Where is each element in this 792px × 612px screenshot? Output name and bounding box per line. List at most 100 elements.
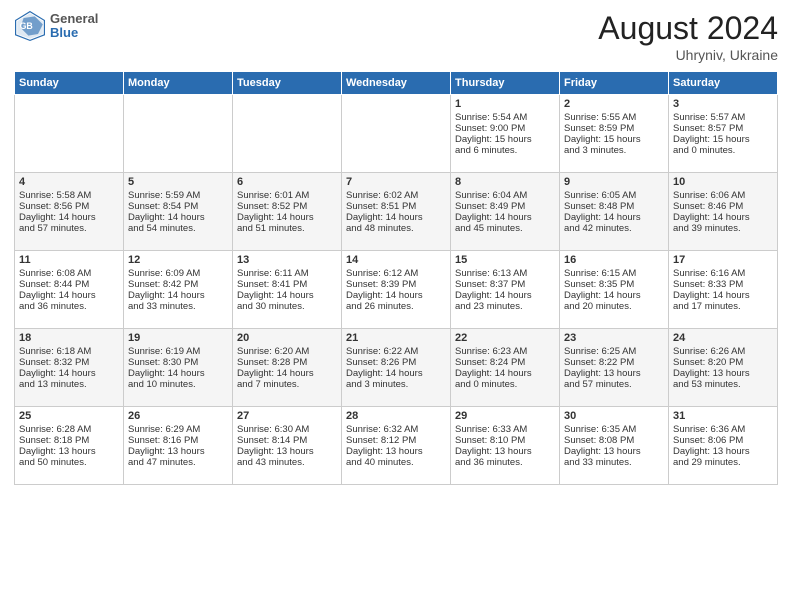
day-info: Sunset: 8:08 PM — [564, 435, 664, 446]
day-number: 6 — [237, 176, 337, 188]
day-info: and 45 minutes. — [455, 223, 555, 234]
day-info: and 43 minutes. — [237, 457, 337, 468]
day-number: 11 — [19, 254, 119, 266]
day-number: 7 — [346, 176, 446, 188]
calendar-cell: 30Sunrise: 6:35 AMSunset: 8:08 PMDayligh… — [560, 407, 669, 485]
day-info: Sunrise: 5:55 AM — [564, 112, 664, 123]
calendar-cell: 11 Sunrise: 6:08 AMSunset: 8:44 PMDayligh… — [15, 251, 124, 329]
day-info: and 3 minutes. — [564, 145, 664, 156]
day-number: 1 — [455, 98, 555, 110]
day-info: Sunrise: 6:20 AM — [237, 346, 337, 357]
day-info: Daylight: 14 hours — [19, 212, 119, 223]
day-info: Sunset: 8:56 PM — [19, 201, 119, 212]
day-info: Sunset: 8:39 PM — [346, 279, 446, 290]
day-info: Sunrise: 6:36 AM — [673, 424, 773, 435]
day-number: 8 — [455, 176, 555, 188]
day-number: 24 — [673, 332, 773, 344]
calendar-cell: 7Sunrise: 6:02 AMSunset: 8:51 PMDaylight… — [342, 173, 451, 251]
day-info: Daylight: 14 hours — [128, 368, 228, 379]
day-info: Daylight: 14 hours — [564, 290, 664, 301]
calendar-cell: 16Sunrise: 6:15 AMSunset: 8:35 PMDayligh… — [560, 251, 669, 329]
day-info: Sunrise: 6:25 AM — [564, 346, 664, 357]
calendar-week-row: 18Sunrise: 6:18 AMSunset: 8:32 PMDayligh… — [15, 329, 778, 407]
day-info: Sunrise: 6:23 AM — [455, 346, 555, 357]
day-info: Daylight: 13 hours — [564, 446, 664, 457]
day-info: Sunrise: 6:05 AM — [564, 190, 664, 201]
day-info: and 17 minutes. — [673, 301, 773, 312]
col-friday: Friday — [560, 72, 669, 95]
day-info: and 36 minutes. — [455, 457, 555, 468]
logo-text: General Blue — [50, 12, 98, 41]
day-info: Sunset: 8:57 PM — [673, 123, 773, 134]
calendar-cell: 10Sunrise: 6:06 AMSunset: 8:46 PMDayligh… — [669, 173, 778, 251]
calendar-cell: 26Sunrise: 6:29 AMSunset: 8:16 PMDayligh… — [124, 407, 233, 485]
day-number: 23 — [564, 332, 664, 344]
day-info: Sunset: 8:35 PM — [564, 279, 664, 290]
day-info: Sunrise: 5:57 AM — [673, 112, 773, 123]
day-info: and 51 minutes. — [237, 223, 337, 234]
day-info: and 23 minutes. — [455, 301, 555, 312]
day-info: Sunset: 8:12 PM — [346, 435, 446, 446]
day-number: 12 — [128, 254, 228, 266]
calendar-cell: 9Sunrise: 6:05 AMSunset: 8:48 PMDaylight… — [560, 173, 669, 251]
day-info: Sunset: 8:52 PM — [237, 201, 337, 212]
day-info: Daylight: 13 hours — [346, 446, 446, 457]
day-info: Sunrise: 5:58 AM — [19, 190, 119, 201]
day-info: Sunrise: 6:12 AM — [346, 268, 446, 279]
calendar-cell: 31Sunrise: 6:36 AMSunset: 8:06 PMDayligh… — [669, 407, 778, 485]
location: Uhryniv, Ukraine — [598, 47, 778, 63]
day-info: Sunset: 8:28 PM — [237, 357, 337, 368]
day-info: Sunrise: 6:01 AM — [237, 190, 337, 201]
calendar-cell: 25Sunrise: 6:28 AMSunset: 8:18 PMDayligh… — [15, 407, 124, 485]
day-info: Daylight: 15 hours — [673, 134, 773, 145]
day-info: Sunset: 8:48 PM — [564, 201, 664, 212]
day-number: 22 — [455, 332, 555, 344]
logo-icon: GB — [14, 10, 46, 42]
day-info: and 30 minutes. — [237, 301, 337, 312]
day-info: Sunset: 8:41 PM — [237, 279, 337, 290]
day-number: 16 — [564, 254, 664, 266]
calendar-cell: 15Sunrise: 6:13 AMSunset: 8:37 PMDayligh… — [451, 251, 560, 329]
day-info: Daylight: 13 hours — [673, 446, 773, 457]
day-number: 14 — [346, 254, 446, 266]
day-info: and 42 minutes. — [564, 223, 664, 234]
day-number: 30 — [564, 410, 664, 422]
day-info: Sunrise: 6:32 AM — [346, 424, 446, 435]
day-info: and 33 minutes. — [564, 457, 664, 468]
day-info: Daylight: 14 hours — [455, 212, 555, 223]
day-info: Sunset: 8:44 PM — [19, 279, 119, 290]
day-info: and 48 minutes. — [346, 223, 446, 234]
day-number: 2 — [564, 98, 664, 110]
day-info: Sunset: 8:14 PM — [237, 435, 337, 446]
day-info: Sunrise: 6:13 AM — [455, 268, 555, 279]
calendar-cell: 1Sunrise: 5:54 AMSunset: 9:00 PMDaylight… — [451, 95, 560, 173]
day-info: Sunset: 8:33 PM — [673, 279, 773, 290]
calendar-week-row: 4Sunrise: 5:58 AMSunset: 8:56 PMDaylight… — [15, 173, 778, 251]
day-info: Daylight: 14 hours — [346, 368, 446, 379]
day-info: Daylight: 14 hours — [237, 212, 337, 223]
day-info: Sunrise: 6:06 AM — [673, 190, 773, 201]
day-info: Sunset: 8:24 PM — [455, 357, 555, 368]
day-info: and 26 minutes. — [346, 301, 446, 312]
calendar-cell: 29Sunrise: 6:33 AMSunset: 8:10 PMDayligh… — [451, 407, 560, 485]
day-info: Sunset: 8:46 PM — [673, 201, 773, 212]
calendar-cell: 27Sunrise: 6:30 AMSunset: 8:14 PMDayligh… — [233, 407, 342, 485]
day-number: 31 — [673, 410, 773, 422]
day-info: Daylight: 14 hours — [19, 290, 119, 301]
logo-general: General — [50, 12, 98, 26]
day-info: Sunrise: 6:29 AM — [128, 424, 228, 435]
day-info: Daylight: 13 hours — [19, 446, 119, 457]
day-info: Sunset: 8:32 PM — [19, 357, 119, 368]
day-info: and 47 minutes. — [128, 457, 228, 468]
calendar-cell: 12Sunrise: 6:09 AMSunset: 8:42 PMDayligh… — [124, 251, 233, 329]
day-info: Sunrise: 6:16 AM — [673, 268, 773, 279]
day-info: Sunset: 8:30 PM — [128, 357, 228, 368]
col-tuesday: Tuesday — [233, 72, 342, 95]
day-info: Sunrise: 6:08 AM — [19, 268, 119, 279]
day-info: Daylight: 13 hours — [673, 368, 773, 379]
day-info: and 29 minutes. — [673, 457, 773, 468]
day-number: 21 — [346, 332, 446, 344]
day-info: Sunrise: 6:04 AM — [455, 190, 555, 201]
day-info: Daylight: 14 hours — [237, 290, 337, 301]
day-number: 27 — [237, 410, 337, 422]
